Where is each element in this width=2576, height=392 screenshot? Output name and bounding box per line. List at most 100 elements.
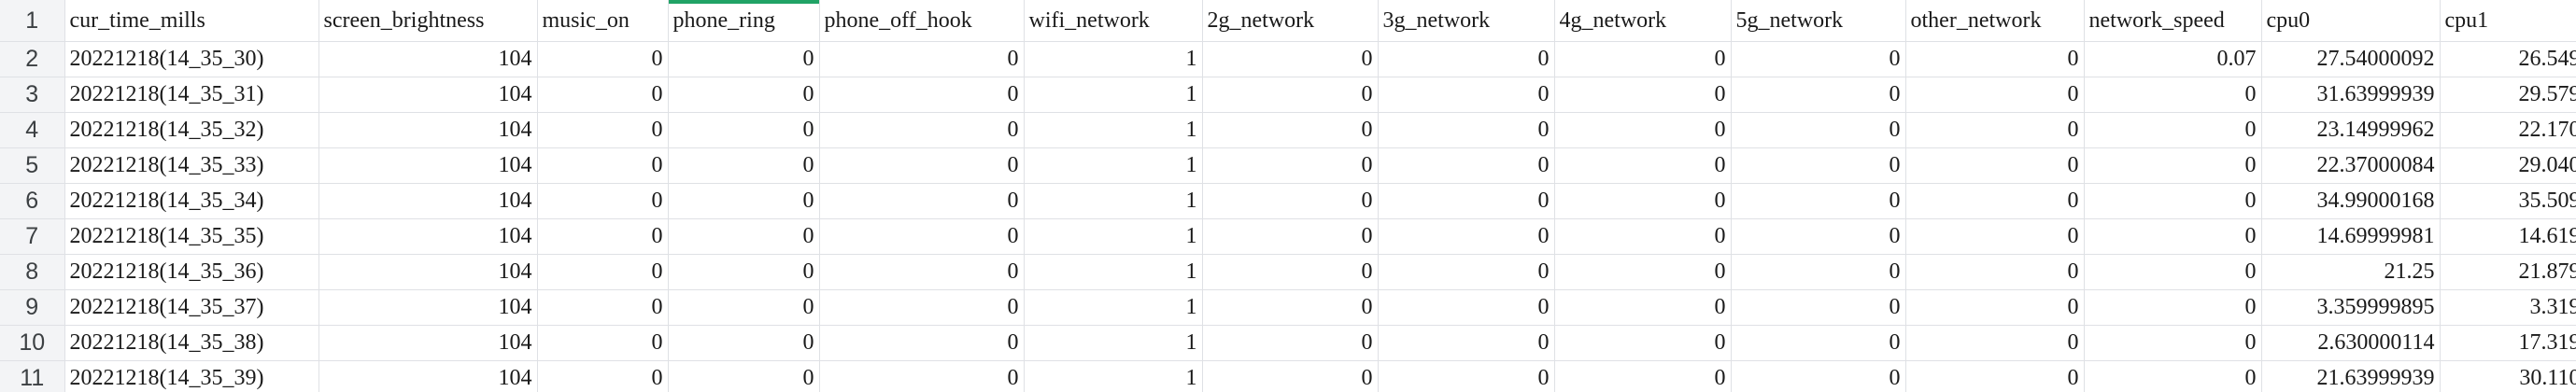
table-cell[interactable]: 0 xyxy=(1731,360,1906,392)
table-cell[interactable]: 104 xyxy=(318,254,538,290)
table-cell[interactable]: 0 xyxy=(1202,41,1379,77)
table-cell[interactable]: 34.99000168 xyxy=(2261,183,2441,219)
table-cell[interactable]: 20221218(14_35_39) xyxy=(64,360,319,392)
table-cell[interactable]: 17.3199999 xyxy=(2440,325,2576,361)
table-cell[interactable]: 1 xyxy=(1024,112,1203,148)
table-cell[interactable]: 0 xyxy=(1378,218,1555,255)
table-cell[interactable]: 0 xyxy=(1731,325,1906,361)
table-cell[interactable]: 29.5799999 xyxy=(2440,77,2576,113)
table-cell[interactable]: 0 xyxy=(1554,147,1732,184)
table-cell[interactable]: 0 xyxy=(2084,183,2262,219)
table-cell[interactable]: 0 xyxy=(1202,147,1379,184)
table-cell[interactable]: 0 xyxy=(1554,77,1732,113)
table-cell[interactable]: 0.07 xyxy=(2084,41,2262,77)
table-cell[interactable]: 0 xyxy=(1378,147,1555,184)
table-cell[interactable]: 0 xyxy=(1378,254,1555,290)
table-cell[interactable]: 0 xyxy=(668,77,820,113)
table-cell[interactable]: 104 xyxy=(318,77,538,113)
table-cell[interactable]: 20221218(14_35_38) xyxy=(64,325,319,361)
row-number[interactable]: 3 xyxy=(0,77,65,113)
table-cell[interactable]: 0 xyxy=(1378,183,1555,219)
header-cell-cur-time-mills[interactable]: cur_time_mills xyxy=(64,0,319,42)
table-cell[interactable]: 0 xyxy=(1905,254,2085,290)
table-cell[interactable]: 0 xyxy=(1905,360,2085,392)
table-cell[interactable]: 0 xyxy=(1554,325,1732,361)
table-cell[interactable]: 22.1700000 xyxy=(2440,112,2576,148)
table-cell[interactable]: 0 xyxy=(668,112,820,148)
table-cell[interactable]: 14.6199999 xyxy=(2440,218,2576,255)
row-number[interactable]: 5 xyxy=(0,147,65,184)
table-cell[interactable]: 0 xyxy=(1554,183,1732,219)
table-cell[interactable]: 104 xyxy=(318,112,538,148)
table-cell[interactable]: 0 xyxy=(2084,218,2262,255)
table-cell[interactable]: 0 xyxy=(1731,147,1906,184)
table-cell[interactable]: 104 xyxy=(318,218,538,255)
table-cell[interactable]: 0 xyxy=(1378,289,1555,326)
table-cell[interactable]: 0 xyxy=(2084,360,2262,392)
table-cell[interactable]: 29.0400000 xyxy=(2440,147,2576,184)
header-cell-5g-network[interactable]: 5g_network xyxy=(1731,0,1906,42)
table-cell[interactable]: 0 xyxy=(1554,41,1732,77)
table-cell[interactable]: 0 xyxy=(2084,147,2262,184)
table-cell[interactable]: 104 xyxy=(318,41,538,77)
header-cell-4g-network[interactable]: 4g_network xyxy=(1554,0,1732,42)
table-cell[interactable]: 0 xyxy=(1554,254,1732,290)
table-cell[interactable]: 21.8799999 xyxy=(2440,254,2576,290)
table-cell[interactable]: 0 xyxy=(537,325,669,361)
header-cell-screen-brightness[interactable]: screen_brightness xyxy=(318,0,538,42)
table-cell[interactable]: 0 xyxy=(819,218,1025,255)
table-cell[interactable]: 0 xyxy=(1378,360,1555,392)
table-cell[interactable]: 1 xyxy=(1024,41,1203,77)
table-cell[interactable]: 2.630000114 xyxy=(2261,325,2441,361)
table-cell[interactable]: 0 xyxy=(819,112,1025,148)
table-cell[interactable]: 27.54000092 xyxy=(2261,41,2441,77)
table-cell[interactable]: 0 xyxy=(819,254,1025,290)
table-cell[interactable]: 0 xyxy=(1554,360,1732,392)
table-cell[interactable]: 0 xyxy=(1905,289,2085,326)
table-cell[interactable]: 0 xyxy=(668,183,820,219)
table-cell[interactable]: 0 xyxy=(668,360,820,392)
table-cell[interactable]: 104 xyxy=(318,289,538,326)
table-cell[interactable]: 1 xyxy=(1024,289,1203,326)
table-cell[interactable]: 31.63999939 xyxy=(2261,77,2441,113)
table-cell[interactable]: 23.14999962 xyxy=(2261,112,2441,148)
table-cell[interactable]: 0 xyxy=(668,325,820,361)
table-cell[interactable]: 20221218(14_35_30) xyxy=(64,41,319,77)
table-cell[interactable]: 0 xyxy=(819,147,1025,184)
table-cell[interactable]: 0 xyxy=(1202,77,1379,113)
table-cell[interactable]: 0 xyxy=(2084,112,2262,148)
table-cell[interactable]: 1 xyxy=(1024,325,1203,361)
table-cell[interactable]: 0 xyxy=(668,41,820,77)
row-number[interactable]: 7 xyxy=(0,218,65,255)
table-cell[interactable]: 0 xyxy=(819,325,1025,361)
table-cell[interactable]: 0 xyxy=(1202,325,1379,361)
table-cell[interactable]: 0 xyxy=(1731,183,1906,219)
header-cell-2g-network[interactable]: 2g_network xyxy=(1202,0,1379,42)
table-cell[interactable]: 0 xyxy=(819,360,1025,392)
table-cell[interactable]: 0 xyxy=(819,289,1025,326)
table-cell[interactable]: 20221218(14_35_36) xyxy=(64,254,319,290)
table-cell[interactable]: 3.359999895 xyxy=(2261,289,2441,326)
header-cell-cpu1[interactable]: cpu1 xyxy=(2440,0,2576,42)
table-cell[interactable]: 0 xyxy=(1905,218,2085,255)
header-cell-phone-off-hook[interactable]: phone_off_hook xyxy=(819,0,1025,42)
table-cell[interactable]: 104 xyxy=(318,360,538,392)
table-cell[interactable]: 0 xyxy=(1905,112,2085,148)
table-cell[interactable]: 0 xyxy=(537,147,669,184)
table-cell[interactable]: 104 xyxy=(318,147,538,184)
table-cell[interactable]: 0 xyxy=(537,77,669,113)
row-number[interactable]: 9 xyxy=(0,289,65,326)
table-cell[interactable]: 0 xyxy=(1905,147,2085,184)
header-cell-other-network[interactable]: other_network xyxy=(1905,0,2085,42)
table-cell[interactable]: 0 xyxy=(1202,218,1379,255)
table-cell[interactable]: 0 xyxy=(537,112,669,148)
table-cell[interactable]: 1 xyxy=(1024,147,1203,184)
table-cell[interactable]: 20221218(14_35_34) xyxy=(64,183,319,219)
table-cell[interactable]: 0 xyxy=(2084,289,2262,326)
table-cell[interactable]: 0 xyxy=(537,183,669,219)
table-cell[interactable]: 0 xyxy=(819,183,1025,219)
table-cell[interactable]: 1 xyxy=(1024,77,1203,113)
table-cell[interactable]: 0 xyxy=(2084,254,2262,290)
table-cell[interactable]: 0 xyxy=(1202,289,1379,326)
table-cell[interactable]: 1 xyxy=(1024,254,1203,290)
